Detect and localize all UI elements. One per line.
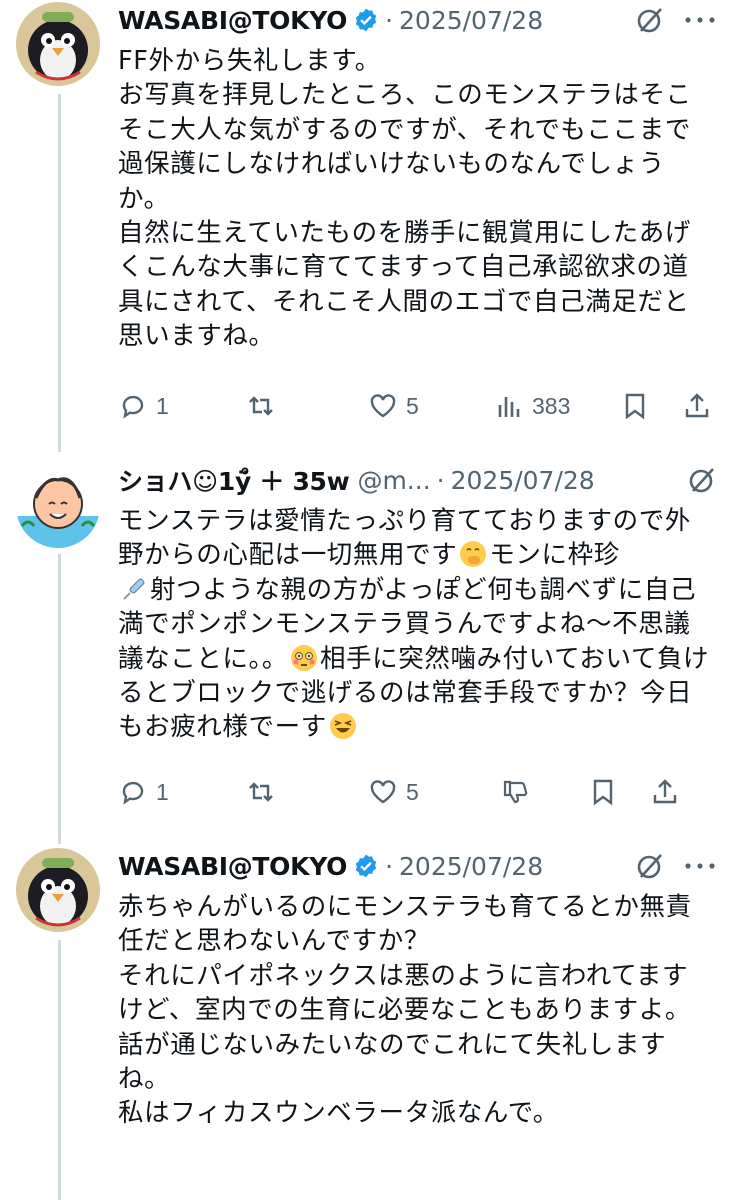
repost-icon	[249, 396, 273, 416]
bookmark-icon	[625, 393, 645, 420]
post-date[interactable]: 2025/07/28	[399, 6, 543, 35]
post-text: 赤ちゃんがいるのにモンステラも育てるとか無責任だと思わないんですか？ それにパイ…	[118, 892, 692, 1129]
share-button[interactable]	[682, 391, 712, 421]
post-text: FF外から失礼します。 お写真を拝見したところ、このモンステラはそこそこ大人な気…	[118, 46, 692, 352]
share-icon	[653, 779, 677, 804]
bookmark-icon	[593, 779, 613, 806]
penguin-avatar-image	[16, 2, 100, 86]
syringe-emoji	[123, 578, 145, 600]
repost-button[interactable]	[246, 391, 368, 421]
action-bar: 1 5 383	[118, 386, 713, 426]
author-name[interactable]: ショハ☺1ÿ̊ ＋ 35w	[118, 462, 350, 498]
post-3[interactable]: WASABI@TOKYO · 2025/07/28 赤ちゃんがいるのにモンステラ…	[0, 848, 729, 1200]
views-bar-chart-icon	[498, 397, 520, 417]
like-count: 5	[406, 778, 419, 805]
separator-dot: ·	[385, 5, 394, 35]
more-options-icon[interactable]	[683, 856, 717, 876]
verified-badge-icon	[355, 854, 377, 878]
grok-icon[interactable]	[687, 465, 717, 495]
heart-icon	[370, 394, 396, 418]
post-date[interactable]: 2025/07/28	[399, 852, 543, 881]
reply-icon	[122, 781, 144, 805]
like-button[interactable]: 5	[368, 391, 494, 421]
heart-icon	[370, 780, 396, 804]
bookmark-button[interactable]	[620, 391, 682, 421]
avatar[interactable]	[16, 464, 100, 548]
views-button[interactable]: 383	[494, 391, 620, 421]
separator-dot: ·	[436, 465, 445, 495]
like-count: 5	[406, 392, 419, 419]
avatar[interactable]	[16, 848, 100, 932]
thumbs-down-icon	[503, 780, 528, 804]
reply-button[interactable]: 1	[118, 391, 246, 421]
penguin-avatar-image	[16, 848, 100, 932]
avatar[interactable]	[16, 2, 100, 86]
action-bar: 1 5	[118, 772, 713, 812]
more-options-icon[interactable]	[683, 10, 717, 30]
repost-icon	[249, 782, 273, 802]
post-1[interactable]: WASABI@TOKYO · 2025/07/28 FF外から失礼します。 お写…	[0, 2, 729, 442]
repost-button[interactable]	[246, 777, 368, 807]
post-text: モンステラは愛情たっぷり育てておりますので外野からの心配は一切無用です モンに枠珍…	[118, 504, 713, 745]
separator-dot: ·	[385, 851, 394, 881]
hand-over-mouth-emoji	[460, 541, 487, 568]
grinning-squinting-face-emoji	[329, 713, 356, 740]
post-date[interactable]: 2025/07/28	[451, 466, 595, 495]
share-icon	[685, 393, 709, 418]
flushed-face-emoji	[290, 644, 317, 671]
author-handle[interactable]: @m...	[357, 466, 430, 495]
share-button[interactable]	[650, 777, 680, 807]
reply-icon	[122, 395, 144, 419]
post-2[interactable]: ショハ☺1ÿ̊ ＋ 35w @m... · 2025/07/28 モンステラは愛…	[0, 462, 729, 822]
cartoon-face-avatar-image	[16, 464, 100, 548]
dislike-button[interactable]	[500, 777, 588, 807]
verified-badge-icon	[355, 8, 377, 32]
views-count: 383	[532, 392, 571, 419]
reply-count: 1	[156, 392, 169, 419]
grok-icon[interactable]	[635, 851, 665, 881]
reply-count: 1	[156, 778, 169, 805]
author-name[interactable]: WASABI@TOKYO	[118, 6, 347, 35]
like-button[interactable]: 5	[368, 777, 500, 807]
grok-icon[interactable]	[635, 5, 665, 35]
author-name[interactable]: WASABI@TOKYO	[118, 852, 347, 881]
reply-button[interactable]: 1	[118, 777, 246, 807]
bookmark-button[interactable]	[588, 777, 650, 807]
post-text-part: モンに枠珍	[489, 540, 620, 571]
